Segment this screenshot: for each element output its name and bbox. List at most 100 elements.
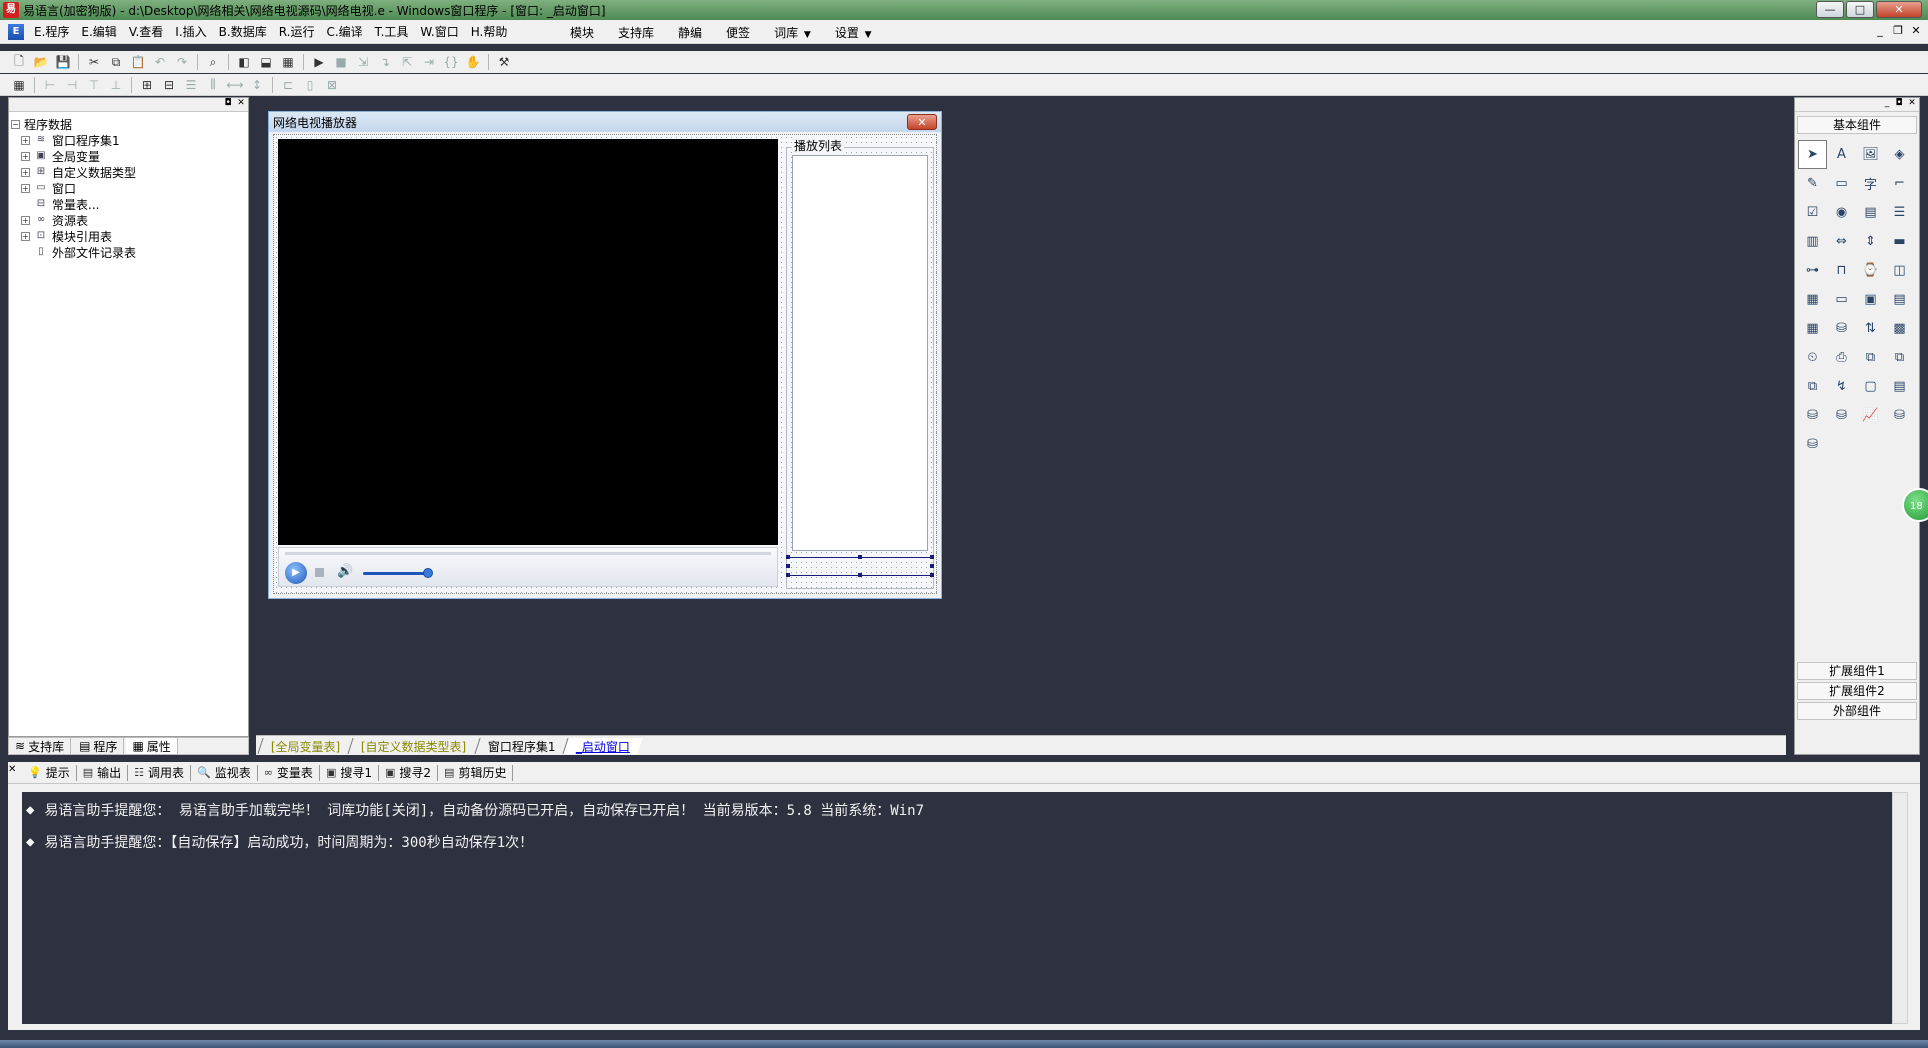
run-icon[interactable]: ▶: [308, 52, 330, 72]
document-icon[interactable]: ▤: [1885, 285, 1914, 314]
option-list-icon[interactable]: ▥: [1798, 227, 1827, 256]
mdi-restore-icon[interactable]: ❐: [1890, 23, 1906, 39]
calendar-icon[interactable]: ▦: [1798, 285, 1827, 314]
menu-support-lib[interactable]: 支持库: [606, 24, 666, 41]
breakpoint-icon[interactable]: {}: [440, 52, 462, 72]
pointer-icon[interactable]: ➤: [1798, 140, 1827, 169]
selection-handle[interactable]: [930, 564, 934, 568]
expand-icon[interactable]: +: [21, 183, 30, 193]
maximize-button[interactable]: □: [1846, 1, 1874, 18]
tab-program[interactable]: ▤ 程序: [73, 738, 125, 754]
tree-root[interactable]: − 程序数据: [11, 116, 246, 132]
video-player[interactable]: [278, 139, 778, 545]
external-components[interactable]: 外部组件: [1797, 702, 1917, 720]
group-box-icon[interactable]: ▭: [1827, 169, 1856, 198]
align-left-icon[interactable]: ⊢: [39, 75, 61, 95]
timer-icon[interactable]: ⌚: [1856, 256, 1885, 285]
step-out-icon[interactable]: ⇱: [396, 52, 418, 72]
spinner-icon[interactable]: ⇅: [1856, 314, 1885, 343]
close-button[interactable]: ✕: [1876, 1, 1922, 18]
vertical-scrollbar-icon[interactable]: ⇕: [1856, 227, 1885, 256]
selection-handle[interactable]: [786, 564, 790, 568]
form-close-button[interactable]: ✕: [907, 114, 937, 130]
horizontal-scrollbar-icon[interactable]: ⇔: [1827, 227, 1856, 256]
selection-handle[interactable]: [858, 573, 862, 577]
menu-database[interactable]: B.数据库: [213, 23, 273, 40]
text-label-icon[interactable]: 字: [1856, 169, 1885, 198]
grid-icon[interactable]: ▦: [8, 75, 30, 95]
tree-item-module-refs[interactable]: + ⊡ 模块引用表: [11, 228, 246, 244]
tab-support-library[interactable]: ≋ 支持库: [9, 738, 72, 754]
expand-icon[interactable]: +: [21, 231, 30, 241]
expand-icon[interactable]: +: [21, 215, 30, 225]
tab-window-assembly[interactable]: 窗口程序集1: [474, 737, 568, 754]
basic-components-header[interactable]: 基本组件: [1797, 116, 1917, 134]
open-folder-icon[interactable]: 📂: [30, 52, 52, 72]
layout-full-icon[interactable]: ▦: [277, 52, 299, 72]
tree-item-external-files[interactable]: ▯ 外部文件记录表: [11, 244, 246, 260]
data-provider-icon[interactable]: ⛁: [1827, 401, 1856, 430]
menu-window[interactable]: W.窗口: [414, 23, 464, 40]
close-icon[interactable]: ✕: [1906, 98, 1918, 108]
helper-tool-icon[interactable]: ⚒: [493, 52, 515, 72]
client-icon[interactable]: ⧉: [1885, 343, 1914, 372]
tab-control-icon[interactable]: ⊓: [1827, 256, 1856, 285]
volume-slider[interactable]: [363, 572, 427, 575]
menu-edit[interactable]: E.编辑: [75, 23, 122, 40]
align-right-icon[interactable]: ⊣: [61, 75, 83, 95]
align-bottom-icon[interactable]: ⊥: [105, 75, 127, 95]
same-height-icon[interactable]: ↕: [246, 75, 268, 95]
menu-help[interactable]: H.帮助: [465, 23, 514, 40]
image-box-icon[interactable]: 🖼: [1856, 140, 1885, 169]
tree-item-custom-types[interactable]: + ⊞ 自定义数据类型: [11, 164, 246, 180]
edit-box-icon[interactable]: ▭: [1827, 285, 1856, 314]
selection-handle[interactable]: [786, 573, 790, 577]
minimize-button[interactable]: —: [1816, 1, 1844, 18]
expand-icon[interactable]: +: [21, 151, 30, 161]
selection-handle[interactable]: [930, 573, 934, 577]
radio-icon[interactable]: ◉: [1827, 198, 1856, 227]
vertical-scrollbar[interactable]: [1892, 792, 1908, 1024]
close-icon[interactable]: ✕: [8, 764, 18, 775]
menu-program[interactable]: E.程序: [28, 23, 75, 40]
port-icon[interactable]: ↯: [1827, 372, 1856, 401]
tree-item-window-assembly[interactable]: + ≋ 窗口程序集1: [11, 132, 246, 148]
tree-item-constants[interactable]: ⊟ 常量表...: [11, 196, 246, 212]
paste-icon[interactable]: 📋: [127, 52, 149, 72]
checkbox-icon[interactable]: ☑: [1798, 198, 1827, 227]
tab-call-stack[interactable]: ☷ 调用表: [128, 764, 192, 781]
progress-bar[interactable]: [285, 552, 771, 555]
expand-icon[interactable]: +: [21, 167, 30, 177]
center-horizontal-icon[interactable]: ⊞: [136, 75, 158, 95]
stop-button[interactable]: [315, 568, 324, 577]
play-button[interactable]: ▶: [285, 562, 307, 584]
mdi-close-icon[interactable]: ✕: [1908, 23, 1924, 39]
resize-icon[interactable]: ▯: [299, 75, 321, 95]
panel-icon[interactable]: ▤: [1885, 372, 1914, 401]
pin-icon[interactable]: ◘: [1893, 98, 1905, 108]
menu-insert[interactable]: I.插入: [169, 23, 212, 40]
undo-icon[interactable]: ↶: [149, 52, 171, 72]
menu-tools[interactable]: T.工具: [369, 23, 415, 40]
same-width-icon[interactable]: ⟷: [224, 75, 246, 95]
dialog-icon[interactable]: ◫: [1885, 256, 1914, 285]
menu-view[interactable]: V.查看: [123, 23, 169, 40]
database-icon[interactable]: ⛁: [1827, 314, 1856, 343]
volume-icon[interactable]: 🔊: [337, 564, 353, 579]
odbc-db-icon[interactable]: ⛁: [1798, 430, 1827, 459]
tab-clipboard-history[interactable]: ▤ 剪辑历史: [438, 764, 514, 781]
expand-icon[interactable]: +: [21, 135, 30, 145]
tab-watch[interactable]: 🔍 监视表: [191, 764, 258, 781]
printer-icon[interactable]: ⎙: [1827, 343, 1856, 372]
selection-handle[interactable]: [786, 555, 790, 559]
center-vertical-icon[interactable]: ⊟: [158, 75, 180, 95]
extension-components-2[interactable]: 扩展组件2: [1797, 682, 1917, 700]
data-source-icon[interactable]: ⛁: [1798, 401, 1827, 430]
find-icon[interactable]: ⌕: [202, 52, 224, 72]
mdi-minimize-icon[interactable]: _: [1872, 23, 1888, 39]
copy-icon[interactable]: ⧉: [105, 52, 127, 72]
clock-icon[interactable]: ⏲: [1798, 343, 1827, 372]
floating-badge[interactable]: 18: [1902, 488, 1928, 522]
menu-run[interactable]: R.运行: [273, 23, 321, 40]
menu-notes[interactable]: 便签: [714, 24, 762, 41]
